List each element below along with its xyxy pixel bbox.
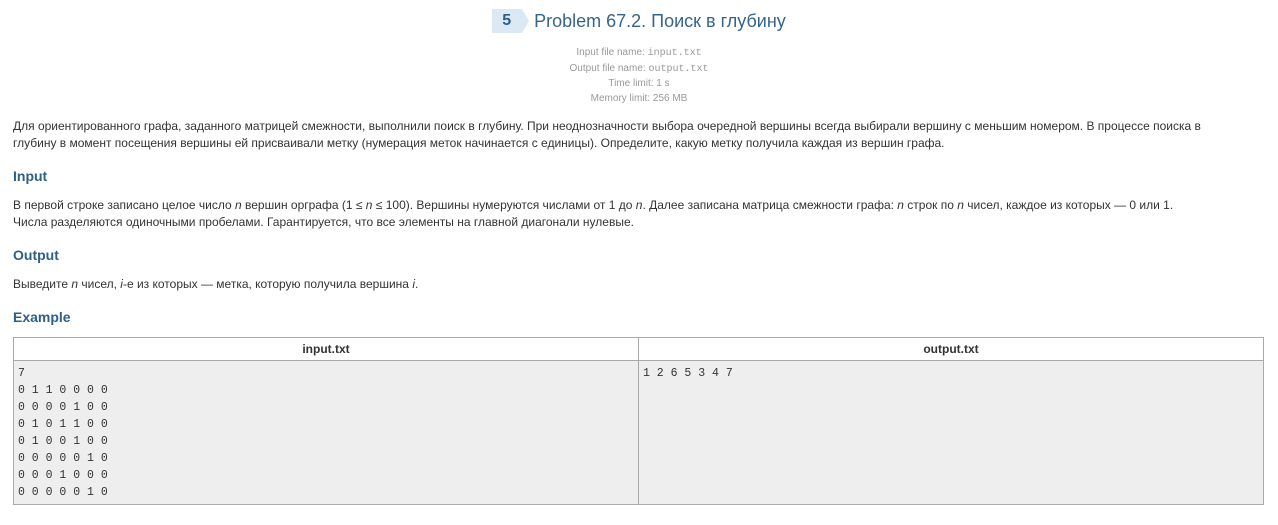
example-input-content: 7 0 1 1 0 0 0 0 0 0 0 0 1 0 0 0 1 0 1 1 … xyxy=(18,367,108,499)
text-span: Выведите xyxy=(13,277,72,291)
example-heading: Example xyxy=(13,309,71,325)
input-heading: Input xyxy=(13,168,48,184)
output-file-header: output.txt xyxy=(638,337,1264,361)
input-description-line-1: В первой строке записано целое число n в… xyxy=(13,197,1265,214)
example-row: 7 0 1 1 0 0 0 0 0 0 0 0 1 0 0 0 1 0 1 1 … xyxy=(13,360,1264,505)
text-span: ≤ 100). Вершины нумеруются числами от 1 … xyxy=(372,198,636,212)
output-description: Выведите n чисел, i-е из которых — метка… xyxy=(13,276,1265,293)
text-span: чисел, xyxy=(78,277,121,291)
title-line: 5 Problem 67.2. Поиск в глубину xyxy=(492,9,786,33)
text-span: -е из которых — метка, которую получила … xyxy=(122,277,413,291)
text-span: строк по xyxy=(903,198,958,212)
input-file-label: Input file name: xyxy=(576,47,648,58)
example-output-cell: 1 2 6 5 3 4 7 xyxy=(638,360,1264,505)
example-table: input.txt output.txt 7 0 1 1 0 0 0 0 0 0… xyxy=(13,337,1264,505)
input-file-name: Input file name: input.txt xyxy=(13,46,1265,62)
output-file-name: Output file name: output.txt xyxy=(13,62,1265,78)
example-header-row: input.txt output.txt xyxy=(13,337,1264,361)
problem-number-badge: 5 xyxy=(492,9,529,33)
text-span: чисел, каждое из которых — 0 или 1. xyxy=(963,198,1174,212)
text-span: вершин орграфа (1 ≤ xyxy=(241,198,366,212)
var-n: n xyxy=(957,198,964,212)
memory-limit: Memory limit: 256 MB xyxy=(590,92,688,104)
problem-title: Problem 67.2. Поиск в глубину xyxy=(534,10,786,31)
text-span: . xyxy=(414,277,419,291)
input-file-value: input.txt xyxy=(647,48,702,59)
input-description: В первой строке записано целое число n в… xyxy=(13,197,1265,231)
problem-limits: Input file name: input.txt Output file n… xyxy=(13,46,1265,106)
example-output-content: 1 2 6 5 3 4 7 xyxy=(643,367,733,380)
problem-header: 5 Problem 67.2. Поиск в глубину Input fi… xyxy=(13,0,1265,106)
statement-line-1: Для ориентированного графа, заданного ма… xyxy=(13,119,1201,133)
input-description-line-2: Числа разделяются одиночными пробелами. … xyxy=(13,215,634,229)
problem-statement: Для ориентированного графа, заданного ма… xyxy=(13,118,1265,152)
problem-page: 5 Problem 67.2. Поиск в глубину Input fi… xyxy=(0,0,1278,505)
output-heading: Output xyxy=(13,247,59,263)
output-file-value: output.txt xyxy=(648,63,709,75)
input-file-header: input.txt xyxy=(13,337,639,361)
text-span: В первой строке записано целое число xyxy=(13,198,235,212)
var-n: n xyxy=(897,198,904,212)
statement-line-2: глубину в момент посещения вершины ей пр… xyxy=(13,136,945,150)
text-span: . Далее записана матрица смежности графа… xyxy=(642,198,898,212)
var-n: n xyxy=(235,198,242,212)
output-file-label: Output file name: xyxy=(569,62,649,74)
example-input-cell: 7 0 1 1 0 0 0 0 0 0 0 0 1 0 0 0 1 0 1 1 … xyxy=(13,360,639,505)
time-limit: Time limit: 1 s xyxy=(608,78,670,89)
